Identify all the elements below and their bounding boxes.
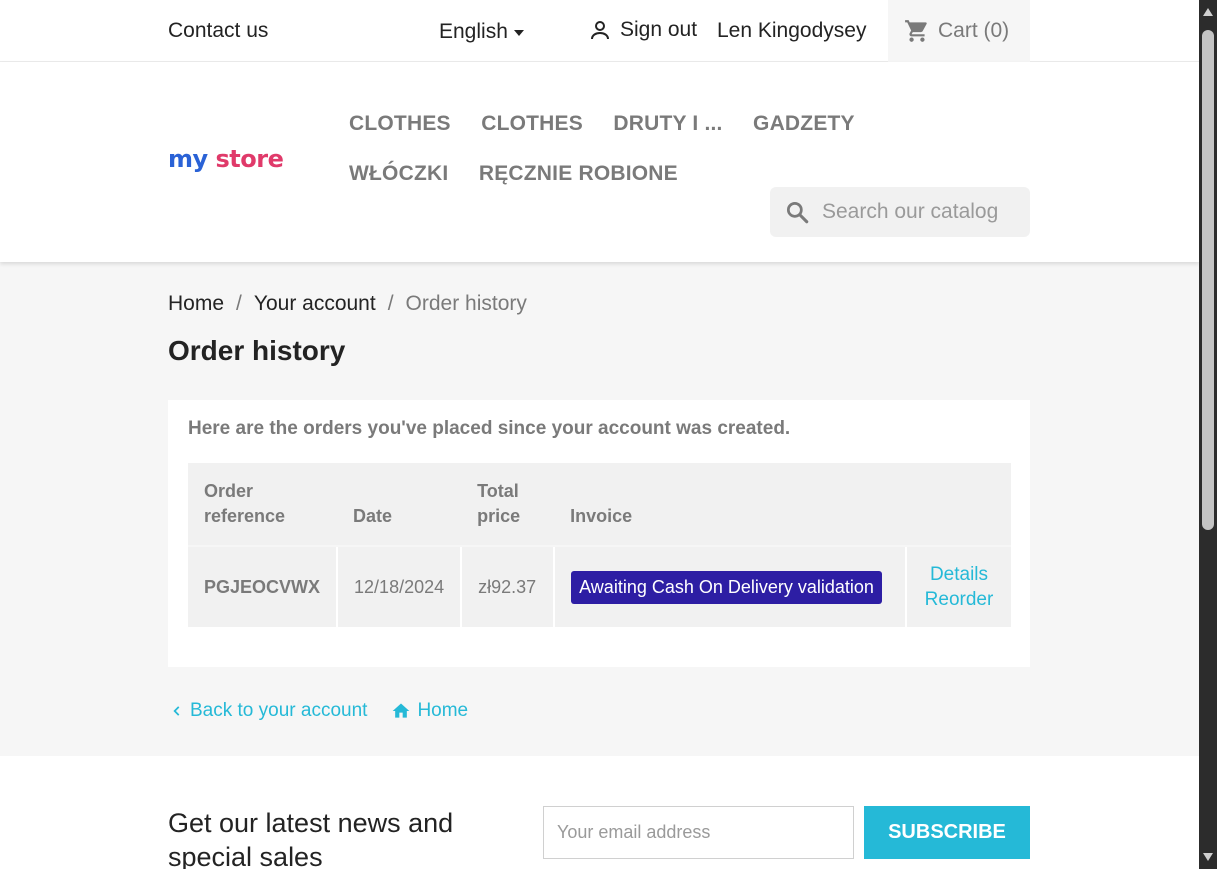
order-history-card: Here are the orders you've placed since …	[168, 400, 1030, 667]
sign-out-label: Sign out	[620, 18, 698, 41]
newsletter-email-field[interactable]	[543, 806, 854, 859]
contact-us-link[interactable]: Contact us	[168, 19, 268, 43]
back-to-account-link[interactable]: Back to your account	[170, 700, 367, 722]
breadcrumb-separator: /	[236, 292, 242, 315]
search-icon[interactable]	[784, 199, 810, 225]
top-bar: Contact us English Sign out Len Kingodys…	[0, 0, 1199, 62]
cart-icon	[905, 20, 927, 42]
cart-label: Cart (0)	[938, 19, 1010, 42]
header-order-reference: Order reference	[188, 463, 338, 546]
header: my store CLOTHES CLOTHES DRUTY I ... GAD…	[0, 62, 1199, 262]
language-label: English	[439, 20, 508, 43]
back-to-account-label: Back to your account	[190, 700, 368, 721]
page: Contact us English Sign out Len Kingodys…	[0, 0, 1199, 869]
scroll-down-icon[interactable]	[1203, 853, 1213, 861]
cart-button[interactable]: Cart (0)	[888, 0, 1030, 62]
logo-part-store: store	[215, 145, 284, 173]
nav-item-druty[interactable]: DRUTY I ...	[613, 99, 722, 149]
store-logo[interactable]: my store	[168, 145, 284, 173]
scrollbar-thumb[interactable]	[1202, 30, 1214, 530]
logo-part-my: my	[168, 145, 216, 173]
breadcrumb-home[interactable]: Home	[168, 292, 224, 316]
search-input[interactable]	[822, 200, 1012, 224]
language-selector[interactable]: English	[439, 20, 524, 44]
nav-item-clothes-2[interactable]: CLOTHES	[481, 99, 583, 149]
order-reference: PGJEOCVWX	[188, 545, 338, 627]
sign-out-link[interactable]: Sign out	[588, 18, 697, 42]
breadcrumb-account[interactable]: Your account	[254, 292, 376, 316]
breadcrumb-current: Order history	[405, 292, 527, 315]
subscribe-button[interactable]: SUBSCRIBE	[864, 806, 1030, 859]
nav-item-wloczki[interactable]: WŁÓCZKI	[349, 149, 448, 199]
user-icon	[591, 21, 609, 40]
home-link[interactable]: Home	[391, 700, 468, 722]
breadcrumb: Home / Your account / Order history	[168, 292, 527, 316]
scrollbar[interactable]	[1199, 0, 1217, 869]
details-link[interactable]: Details	[923, 562, 995, 587]
nav-item-recznie-robione[interactable]: RĘCZNIE ROBIONE	[479, 149, 678, 199]
chevron-left-icon	[173, 706, 180, 716]
intro-text: Here are the orders you've placed since …	[188, 418, 791, 439]
orders-table: Order reference Date Total price Invoice…	[188, 463, 1011, 627]
newsletter-section: Get our latest news and special sales SU…	[0, 756, 1199, 869]
table-row: PGJEOCVWX 12/18/2024 zł92.37 Awaiting Ca…	[188, 545, 1011, 627]
nav-item-clothes[interactable]: CLOTHES	[349, 99, 451, 149]
search-box	[770, 187, 1030, 237]
breadcrumb-separator: /	[387, 292, 394, 315]
order-status-cell: Awaiting Cash On Delivery validation	[553, 545, 906, 627]
status-badge: Awaiting Cash On Delivery validation	[571, 570, 882, 604]
scroll-up-icon[interactable]	[1203, 8, 1213, 16]
header-total-price: Total price	[461, 463, 555, 546]
table-header-row: Order reference Date Total price Invoice	[188, 463, 1011, 546]
home-icon	[393, 703, 410, 718]
reorder-link[interactable]: Reorder	[923, 587, 995, 612]
header-actions	[906, 463, 1011, 546]
header-date: Date	[337, 463, 462, 546]
nav-item-gadzety[interactable]: GADZETY	[753, 99, 855, 149]
main-nav: CLOTHES CLOTHES DRUTY I ... GADZETY WŁÓC…	[349, 99, 969, 199]
chevron-down-icon	[513, 30, 524, 36]
page-title: Order history	[168, 335, 346, 366]
account-name-link[interactable]: Len Kingodysey	[717, 19, 866, 43]
newsletter-title: Get our latest news and special sales	[168, 808, 454, 869]
order-total: zł92.37	[460, 545, 555, 627]
home-label: Home	[417, 700, 469, 721]
header-invoice: Invoice	[554, 463, 906, 546]
footer-links: Back to your account Home	[170, 700, 468, 722]
order-actions: Details Reorder	[905, 545, 1011, 627]
order-date: 12/18/2024	[336, 545, 462, 627]
